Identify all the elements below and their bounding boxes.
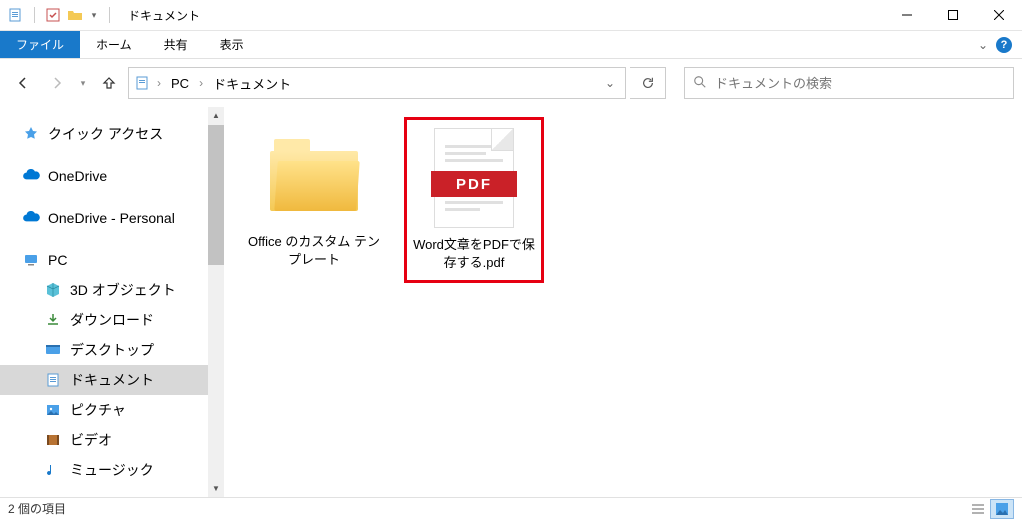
tree-3d-objects[interactable]: 3D オブジェクト xyxy=(0,275,208,305)
tree-label: ピクチャ xyxy=(70,400,126,420)
forward-button[interactable] xyxy=(42,68,72,98)
videos-icon xyxy=(44,431,62,449)
star-icon xyxy=(22,125,40,143)
address-bar[interactable]: › PC › ドキュメント ⌄ xyxy=(128,67,626,99)
minimize-button[interactable] xyxy=(884,0,930,31)
status-text: 2 個の項目 xyxy=(8,500,66,517)
desktop-icon xyxy=(44,341,62,359)
tab-share[interactable]: 共有 xyxy=(148,31,204,58)
chevron-right-icon[interactable]: › xyxy=(197,76,205,90)
search-box[interactable] xyxy=(684,67,1014,99)
tree-label: ドキュメント xyxy=(70,370,154,390)
title-bar: ▾ ドキュメント xyxy=(0,0,1022,31)
tree-music[interactable]: ミュージック xyxy=(0,455,208,485)
search-input[interactable] xyxy=(715,76,1005,91)
folder-icon xyxy=(67,7,83,23)
item-label: Word文章をPDFで保存する.pdf xyxy=(411,236,537,272)
folder-item[interactable]: Office のカスタム テンプレート xyxy=(244,117,384,277)
app-icon xyxy=(8,7,24,23)
close-button[interactable] xyxy=(976,0,1022,31)
tree-label: クイック アクセス xyxy=(48,124,163,144)
breadcrumb-folder[interactable]: ドキュメント xyxy=(209,72,295,95)
pdf-file-item[interactable]: PDF Word文章をPDFで保存する.pdf xyxy=(404,117,544,283)
tree-quick-access[interactable]: クイック アクセス xyxy=(0,119,208,149)
tree-label: ミュージック xyxy=(70,460,154,480)
tree-documents[interactable]: ドキュメント xyxy=(0,365,208,395)
ribbon-tabs: ファイル ホーム 共有 表示 ⌄ ? xyxy=(0,31,1022,59)
help-button[interactable]: ? xyxy=(996,37,1012,53)
music-icon xyxy=(44,461,62,479)
scroll-up-icon[interactable]: ▲ xyxy=(208,107,224,124)
tree-label: 3D オブジェクト xyxy=(70,280,176,300)
status-bar: 2 個の項目 xyxy=(0,497,1022,519)
qat-properties-icon[interactable] xyxy=(45,7,61,23)
icons-view-button[interactable] xyxy=(990,499,1014,519)
recent-dropdown-icon[interactable]: ▾ xyxy=(76,68,90,98)
tab-file[interactable]: ファイル xyxy=(0,31,80,58)
tree-onedrive[interactable]: OneDrive xyxy=(0,161,208,191)
sidebar-scrollbar[interactable]: ▲ ▼ xyxy=(208,107,224,497)
file-list[interactable]: Office のカスタム テンプレート PDF Word文章をPDFで保存する.… xyxy=(224,107,1022,497)
window-title: ドキュメント xyxy=(122,7,200,24)
pc-icon xyxy=(22,251,40,269)
tree-onedrive-personal[interactable]: OneDrive - Personal xyxy=(0,203,208,233)
tree-label: OneDrive - Personal xyxy=(48,210,175,226)
cloud-icon xyxy=(22,167,40,185)
tree-pictures[interactable]: ピクチャ xyxy=(0,395,208,425)
nav-bar: ▾ › PC › ドキュメント ⌄ xyxy=(0,59,1022,107)
documents-icon xyxy=(133,74,151,92)
tree-downloads[interactable]: ダウンロード xyxy=(0,305,208,335)
scroll-down-icon[interactable]: ▼ xyxy=(208,480,224,497)
details-view-button[interactable] xyxy=(966,499,990,519)
up-button[interactable] xyxy=(94,68,124,98)
back-button[interactable] xyxy=(8,68,38,98)
qat-dropdown-icon[interactable]: ▾ xyxy=(89,7,99,23)
scroll-thumb[interactable] xyxy=(208,125,224,265)
tree-label: デスクトップ xyxy=(70,340,154,360)
tree-label: ダウンロード xyxy=(70,310,154,330)
cube-icon xyxy=(44,281,62,299)
item-label: Office のカスタム テンプレート xyxy=(248,233,380,269)
breadcrumb-pc[interactable]: PC xyxy=(167,74,193,93)
tab-home[interactable]: ホーム xyxy=(80,31,148,58)
tree-videos[interactable]: ビデオ xyxy=(0,425,208,455)
tree-pc[interactable]: PC xyxy=(0,245,208,275)
documents-icon xyxy=(44,371,62,389)
navigation-tree: クイック アクセス OneDrive OneDrive - Personal P… xyxy=(0,107,224,497)
pictures-icon xyxy=(44,401,62,419)
tree-label: PC xyxy=(48,252,67,268)
pdf-icon: PDF xyxy=(424,128,524,228)
refresh-button[interactable] xyxy=(630,67,666,99)
download-icon xyxy=(44,311,62,329)
maximize-button[interactable] xyxy=(930,0,976,31)
tab-view[interactable]: 表示 xyxy=(204,31,260,58)
cloud-icon xyxy=(22,209,40,227)
tree-label: ビデオ xyxy=(70,430,112,450)
ribbon-expand-icon[interactable]: ⌄ xyxy=(978,38,988,52)
search-icon xyxy=(693,75,707,92)
address-dropdown-icon[interactable]: ⌄ xyxy=(599,76,621,90)
chevron-right-icon[interactable]: › xyxy=(155,76,163,90)
tree-desktop[interactable]: デスクトップ xyxy=(0,335,208,365)
tree-label: OneDrive xyxy=(48,168,107,184)
folder-icon xyxy=(264,125,364,225)
